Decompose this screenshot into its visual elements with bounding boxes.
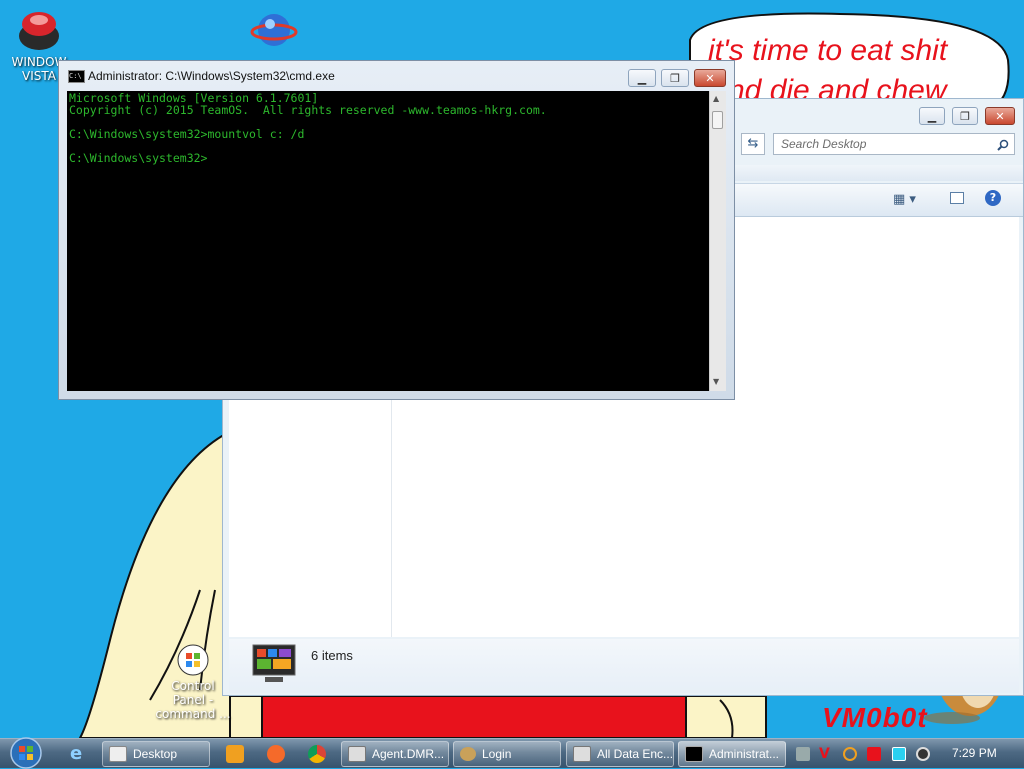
- cmd-icon: C:\: [68, 70, 85, 83]
- console-output[interactable]: Microsoft Windows [Version 6.1.7601] Copy…: [67, 91, 709, 391]
- scroll-up-icon[interactable]: ▲: [713, 94, 719, 103]
- minimize-icon: ▁: [927, 109, 937, 123]
- taskbar-item-administrator[interactable]: Administrat...: [678, 741, 786, 767]
- close-button[interactable]: ✕: [985, 107, 1015, 125]
- maximize-icon: ❐: [670, 71, 680, 85]
- maximize-button[interactable]: ❐: [661, 69, 689, 87]
- desktop-folder-icon: [252, 644, 296, 682]
- taskbar-item-login[interactable]: Login: [453, 741, 561, 767]
- refresh-icon: ⇆: [747, 136, 759, 151]
- details-pane: 6 items: [229, 639, 1019, 693]
- globe-icon: [250, 14, 298, 46]
- item-count: 6 items: [311, 648, 353, 663]
- monitor-icon[interactable]: [892, 747, 906, 761]
- close-button[interactable]: ✕: [694, 69, 726, 87]
- paint-icon[interactable]: [267, 745, 285, 763]
- window-icon: [573, 746, 591, 762]
- console-line: C:\Windows\system32>: [69, 151, 208, 165]
- antivirus-icon[interactable]: V: [819, 747, 833, 761]
- view-options-icon[interactable]: ▦ ▾: [893, 192, 916, 207]
- taskbar-item-label: Administrat...: [709, 747, 780, 761]
- window-icon: [348, 746, 366, 762]
- taskbar-item-label: Desktop: [133, 747, 178, 761]
- speech-line-1: it's time to eat shit: [708, 34, 948, 67]
- close-icon: ✕: [995, 109, 1005, 123]
- help-icon[interactable]: ?: [985, 190, 1001, 206]
- desktop-icon-control-panel[interactable]: Control Panel - command ...: [155, 640, 231, 721]
- window-title: Administrator: C:\Windows\System32\cmd.e…: [88, 69, 335, 83]
- scroll-down-icon[interactable]: ▼: [713, 377, 719, 386]
- desktop-icon-label-line1: Control Panel -: [171, 679, 215, 707]
- internet-explorer-icon[interactable]: e: [70, 745, 88, 763]
- restore-icon: ❐: [960, 109, 970, 123]
- console-line: Copyright (c) 2015 TeamOS. All rights re…: [69, 103, 547, 117]
- minimize-button[interactable]: ▁: [919, 107, 945, 125]
- scrollbar-thumb[interactable]: [712, 111, 723, 129]
- console-line: C:\Windows\system32>mountvol c: /d: [69, 127, 305, 141]
- cmd-window[interactable]: C:\ Administrator: C:\Windows\System32\c…: [58, 60, 735, 400]
- taskbar-item-label: Agent.DMR...: [372, 747, 445, 761]
- search-input[interactable]: Search Desktop: [773, 133, 1015, 155]
- taskbar-item-desktop[interactable]: Desktop: [102, 741, 210, 767]
- search-tray-icon[interactable]: [843, 747, 857, 761]
- refresh-button[interactable]: ⇆: [741, 133, 765, 155]
- clock[interactable]: 7:29 PM: [952, 746, 997, 760]
- login-icon: [460, 747, 476, 761]
- taskbar-item-label: All Data Enc...: [597, 747, 674, 761]
- preview-pane-icon[interactable]: [950, 192, 964, 204]
- media-player-icon[interactable]: [226, 745, 244, 763]
- tray-app-icon[interactable]: [796, 747, 810, 761]
- desktop-icon-globe[interactable]: [248, 8, 300, 55]
- windows-orb-icon: [177, 644, 209, 676]
- chrome-icon[interactable]: [308, 745, 326, 763]
- desktop-icon: [109, 746, 127, 762]
- taskbar-item-agent[interactable]: Agent.DMR...: [341, 741, 449, 767]
- desktop-icon-label-line2: command ...: [155, 707, 231, 721]
- taskbar-item-label: Login: [482, 747, 512, 761]
- maximize-button[interactable]: ❐: [952, 107, 978, 125]
- taskbar-item-all-data-encrypted[interactable]: All Data Enc...: [566, 741, 674, 767]
- search-icon[interactable]: [997, 139, 1009, 151]
- minimize-button[interactable]: ▁: [628, 69, 656, 87]
- minimize-icon: ▁: [637, 71, 647, 85]
- volume-icon[interactable]: [916, 747, 930, 761]
- taskbar: e Desktop Agent.DMR... Login All Data En…: [0, 735, 1024, 769]
- cmd-icon: [685, 746, 703, 762]
- signature-text: VM0b0t: [822, 702, 928, 733]
- start-button[interactable]: [6, 735, 46, 769]
- vista-ball-icon: [19, 12, 59, 50]
- vertical-scrollbar[interactable]: ▲ ▼: [709, 91, 726, 391]
- flag-icon[interactable]: [867, 747, 881, 761]
- close-icon: ✕: [705, 71, 715, 85]
